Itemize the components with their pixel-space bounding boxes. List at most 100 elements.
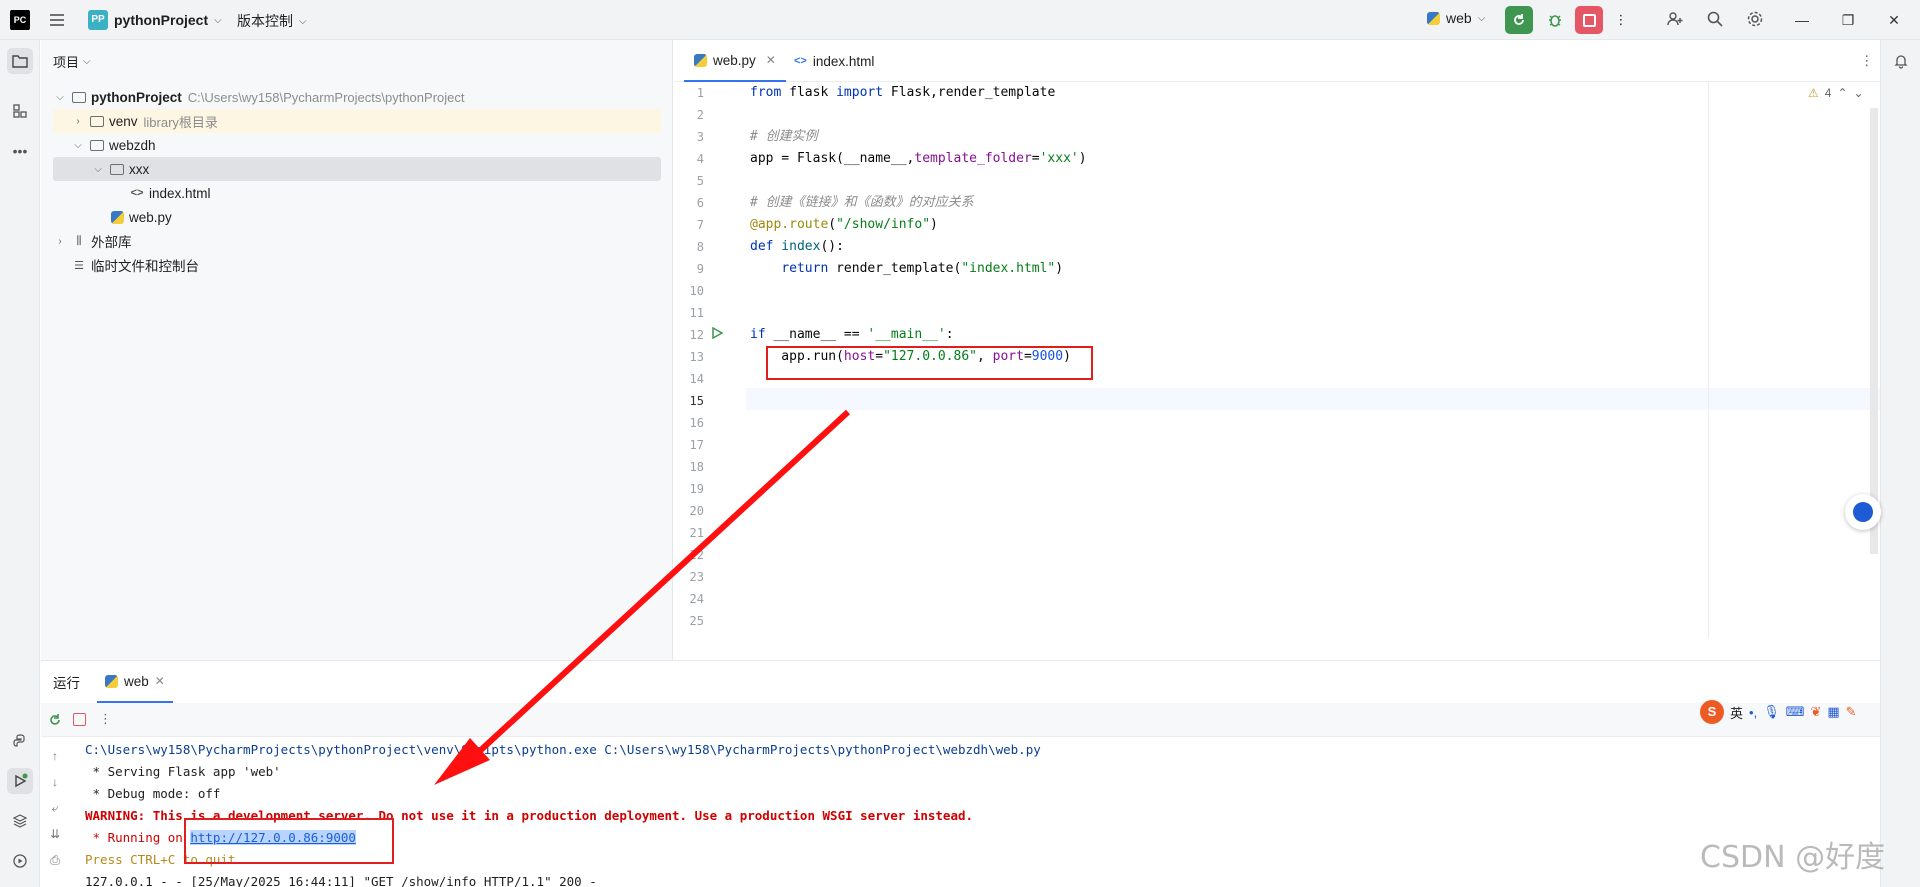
python-file-icon <box>694 53 707 67</box>
more-actions-icon[interactable]: ⋮ <box>99 711 112 727</box>
html-file-icon: <> <box>794 55 807 67</box>
search-icon[interactable] <box>1705 10 1725 30</box>
line-number: 6 <box>696 196 704 210</box>
python-file-icon <box>105 674 118 688</box>
tab-web-run[interactable]: web ✕ <box>97 661 173 703</box>
notifications-bell-icon[interactable] <box>1888 48 1914 74</box>
keyboard-icon[interactable]: ⌨ <box>1786 704 1805 720</box>
console-side-toolbar: ↑ ↓ ⤶ ⇊ ⎙ <box>41 737 69 887</box>
sogou-logo-icon: S <box>1700 700 1724 724</box>
project-panel-header[interactable]: 项目 ⌵ <box>53 52 91 71</box>
project-folder-icon[interactable] <box>7 48 33 74</box>
tree-item-scratches[interactable]: ☰ 临时文件和控制台 <box>53 253 661 277</box>
line-number: 8 <box>696 240 704 254</box>
arrow-down-icon[interactable]: ↓ <box>47 775 63 791</box>
minimize-button[interactable]: — <box>1792 10 1812 30</box>
vcs-menu[interactable]: 版本控制 ⌵ <box>237 11 307 31</box>
pycharm-logo-icon: PC <box>10 10 30 30</box>
skin-icon[interactable]: ❦ <box>1810 704 1821 720</box>
run-gutter-icon[interactable] <box>710 326 724 340</box>
line-number: 19 <box>689 482 704 496</box>
run-config-selector[interactable]: web ⌵ <box>1427 10 1485 26</box>
line-number: 3 <box>696 130 704 144</box>
chevron-down-icon: ⌵ <box>83 56 91 67</box>
restore-button[interactable]: ❐ <box>1838 10 1858 30</box>
tree-item-pythonproject[interactable]: ⌵ pythonProject C:\Users\wy158\PycharmPr… <box>53 85 661 109</box>
debug-button[interactable] <box>1541 6 1569 34</box>
line-number: 13 <box>689 350 704 364</box>
rerun-button[interactable] <box>1505 6 1533 34</box>
line-number: 24 <box>689 592 704 606</box>
code-line-1: from flask import Flask,render_template <box>750 85 1056 100</box>
soft-wrap-icon[interactable]: ⤶ <box>47 801 63 817</box>
chevron-down-icon: ⌵ <box>56 91 64 103</box>
line-number: 2 <box>696 108 704 122</box>
scroll-to-end-icon[interactable]: ⇊ <box>47 827 63 843</box>
annotation-box-app-run <box>766 346 1093 380</box>
structure-icon[interactable] <box>7 98 33 124</box>
console-line: 127.0.0.1 - - [25/May/2025 16:44:11] "GE… <box>85 874 597 887</box>
tree-item-external-libraries[interactable]: › ⫼ 外部库 <box>53 229 661 253</box>
close-tab-icon[interactable]: ✕ <box>766 53 776 67</box>
tree-item-web-py[interactable]: web.py <box>53 205 661 229</box>
microphone-icon[interactable]: 🎙 <box>1763 704 1780 720</box>
tree-item-label: xxx <box>129 161 150 177</box>
project-panel-title: 项目 <box>53 55 80 70</box>
tab-index-html[interactable]: <> index.html <box>784 40 884 82</box>
stop-icon[interactable] <box>73 713 86 726</box>
run-panel-title: 运行 <box>53 676 80 691</box>
line-number: 4 <box>696 152 704 166</box>
stop-button[interactable] <box>1575 6 1603 34</box>
settings-gear-icon[interactable] <box>1745 10 1765 30</box>
toolbox-icon[interactable]: ▦ <box>1827 704 1839 720</box>
console-line: * Debug mode: off <box>85 786 221 801</box>
main-menu-icon[interactable] <box>48 11 66 29</box>
tree-item-webzdh[interactable]: ⌵ webzdh <box>53 133 661 157</box>
folder-icon <box>109 162 125 176</box>
chevron-down-icon: ⌵ <box>214 14 222 26</box>
close-button[interactable]: ✕ <box>1884 10 1904 30</box>
vcs-label: 版本控制 <box>237 13 293 29</box>
tree-item-label: pythonProject <box>91 89 182 105</box>
console-output[interactable]: C:\Users\wy158\PycharmProjects\pythonPro… <box>85 737 1875 887</box>
python-console-icon[interactable] <box>7 728 33 754</box>
print-icon[interactable]: ⎙ <box>47 853 63 869</box>
close-tab-icon[interactable]: ✕ <box>155 674 165 688</box>
warning-count: 4 <box>1824 86 1832 100</box>
arrow-up-icon[interactable]: ↑ <box>47 749 63 765</box>
python-file-icon <box>109 210 125 224</box>
chevron-down-icon[interactable]: ⌄ <box>1854 86 1864 100</box>
layers-icon[interactable] <box>7 808 33 834</box>
watermark: CSDN @好度 <box>1700 840 1886 875</box>
punctuation-icon[interactable]: •, <box>1749 705 1757 720</box>
tab-label: web <box>124 673 149 689</box>
more-tools-icon[interactable]: ••• <box>7 138 33 164</box>
ime-language[interactable]: 英 <box>1730 703 1743 722</box>
line-number: 20 <box>689 504 704 518</box>
chevron-up-icon[interactable]: ⌃ <box>1837 86 1847 100</box>
project-selector[interactable]: PP pythonProject ⌵ <box>88 9 222 31</box>
bug-icon <box>1549 15 1561 27</box>
line-number: 21 <box>689 526 704 540</box>
chevron-right-icon: › <box>76 115 80 127</box>
code-line-7: @app.route("/show/info") <box>750 217 938 232</box>
inspection-widget[interactable]: ⚠ 4 ⌃ ⌄ <box>1808 86 1864 100</box>
rerun-icon[interactable] <box>47 712 63 728</box>
chevron-right-icon: › <box>58 235 62 247</box>
services-icon[interactable] <box>7 848 33 874</box>
ime-toolbar[interactable]: S 英 •, 🎙 ⌨ ❦ ▦ ✎ <box>1700 697 1880 727</box>
line-number: 5 <box>696 174 704 188</box>
editor-scrollbar[interactable] <box>1870 108 1878 554</box>
more-actions-icon[interactable]: ⋮ <box>1607 6 1635 34</box>
project-name: pythonProject <box>114 12 209 28</box>
ai-assistant-icon[interactable] <box>1845 494 1881 530</box>
add-user-icon[interactable] <box>1665 10 1685 30</box>
tools-icon[interactable]: ✎ <box>1846 704 1857 720</box>
tree-item-index-html[interactable]: <> index.html <box>53 181 661 205</box>
tree-item-xxx[interactable]: ⌵ xxx <box>53 157 661 181</box>
tab-web-py[interactable]: web.py ✕ <box>684 40 786 82</box>
run-tool-icon[interactable] <box>7 768 33 794</box>
editor-more-icon[interactable]: ⋮ <box>1850 40 1884 82</box>
line-number: 10 <box>689 284 704 298</box>
tree-item-venv[interactable]: › venv library根目录 <box>53 109 661 133</box>
